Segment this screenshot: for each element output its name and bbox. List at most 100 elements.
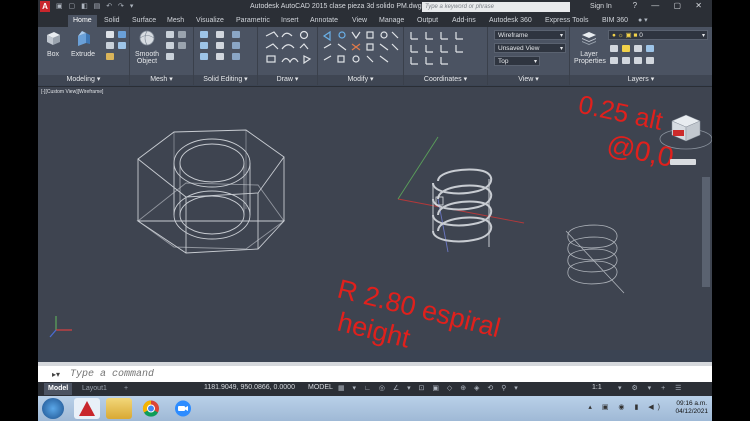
tab-home[interactable]: Home — [68, 15, 97, 27]
tab-add-ins[interactable]: Add-ins — [452, 15, 476, 27]
system-tray-icons[interactable]: ▴ ▣ ◉ ▮ ◀) — [588, 403, 664, 411]
panel-title-modify[interactable]: Modify ▾ — [318, 75, 403, 85]
window-controls[interactable]: ? — ▢ ✕ — [633, 1, 708, 10]
slice-icon[interactable] — [216, 42, 224, 49]
file-explorer-icon[interactable] — [106, 398, 132, 419]
command-input[interactable] — [70, 367, 670, 381]
layer-properties-label-1: Layer — [580, 51, 598, 58]
model-space-button[interactable]: MODEL — [308, 384, 333, 391]
layer-icon-5[interactable] — [610, 57, 618, 64]
modify-tools-icons[interactable] — [322, 30, 400, 66]
layer-icon-7[interactable] — [634, 57, 642, 64]
extract-edges-icon[interactable] — [232, 31, 240, 38]
separate-icon[interactable] — [232, 53, 240, 60]
panel-title-layers[interactable]: Layers ▾ — [570, 75, 712, 85]
tab-autodesk-360[interactable]: Autodesk 360 — [489, 15, 532, 27]
annotation-scale[interactable]: 1:1 — [592, 384, 602, 391]
panel-title-draw[interactable]: Draw ▾ — [258, 75, 317, 85]
layer-properties-button[interactable]: Layer Properties — [574, 29, 606, 65]
panel-title-mesh[interactable]: Mesh ▾ — [130, 75, 193, 85]
smooth-more-icon[interactable] — [166, 31, 174, 38]
zoom-icon[interactable] — [170, 398, 196, 419]
tab-layout1[interactable]: Layout1 — [78, 383, 111, 395]
tab-bim-360[interactable]: BIM 360 — [602, 15, 628, 27]
helix-spring-right[interactable] — [565, 224, 625, 294]
ribbon-minimize-icon[interactable]: ● ▾ — [638, 15, 648, 27]
remove-crease-icon[interactable] — [178, 42, 186, 49]
named-view-dropdown[interactable]: Unsaved View ▾ — [494, 43, 566, 53]
helix-spring-center[interactable] — [432, 168, 493, 247]
smooth-less-icon[interactable] — [166, 42, 174, 49]
layer-icon-6[interactable] — [622, 57, 630, 64]
clock-date: 04/12/2021 — [675, 408, 708, 415]
command-prompt-icon[interactable]: ▸▾ — [52, 370, 60, 379]
tab-insert[interactable]: Insert — [281, 15, 299, 27]
title-bar: A ▣ ▢ ◧ ▤ ↶ ↷ ▾ Autodesk AutoCAD 2015 cl… — [38, 0, 712, 14]
quick-access-toolbar[interactable]: ▣ ▢ ◧ ▤ ↶ ↷ ▾ — [56, 2, 135, 10]
tab-surface[interactable]: Surface — [132, 15, 156, 27]
extrude-icon — [78, 31, 90, 46]
extrude-faces-icon[interactable] — [232, 42, 240, 49]
view-direction-dropdown[interactable]: Top ▾ — [494, 56, 540, 66]
tab-visualize[interactable]: Visualize — [196, 15, 224, 27]
layer-dropdown[interactable]: ● ☼ ▣ ■ 0 ▾ — [608, 30, 708, 40]
interfere-icon[interactable] — [216, 31, 224, 38]
draw-tools-icons[interactable] — [264, 30, 314, 66]
tab-parametric[interactable]: Parametric — [236, 15, 270, 27]
panel-title-solid-editing[interactable]: Solid Editing ▾ — [194, 75, 257, 85]
tab-view[interactable]: View — [352, 15, 367, 27]
presspull-icon[interactable] — [106, 42, 114, 49]
autocad-taskbar-icon[interactable] — [74, 398, 100, 419]
search-input[interactable]: Type a keyword or phrase — [422, 2, 570, 12]
extrude-button[interactable]: Extrude — [68, 29, 98, 58]
smooth-object-icon — [139, 30, 155, 46]
tab-manage[interactable]: Manage — [379, 15, 404, 27]
revolve-icon[interactable] — [118, 31, 126, 38]
tab-annotate[interactable]: Annotate — [310, 15, 338, 27]
intersect-icon[interactable] — [200, 53, 208, 60]
sign-in-button[interactable]: Sign In — [590, 3, 612, 10]
drawing-viewport[interactable]: 0.25 alt @0,0 R 2.80 espiral height [-][… — [38, 86, 712, 351]
tab-solid[interactable]: Solid — [104, 15, 120, 27]
ucs-axes — [397, 136, 525, 253]
clock-time: 09:16 a.m. — [676, 400, 708, 407]
drawing-canvas[interactable]: 0.25 alt @0,0 R 2.80 espiral height — [38, 87, 712, 351]
ucs-tools-icons[interactable] — [408, 30, 484, 66]
add-layout-button[interactable]: + — [120, 383, 132, 395]
autocad-logo-icon[interactable]: A — [40, 1, 50, 12]
panel-title-modeling[interactable]: Modeling ▾ — [38, 75, 129, 85]
panel-title-coordinates[interactable]: Coordinates ▾ — [404, 75, 487, 85]
visual-style-dropdown[interactable]: Wireframe ▾ — [494, 30, 566, 40]
subtract-icon[interactable] — [200, 42, 208, 49]
loft-icon[interactable] — [118, 42, 126, 49]
status-tool-icons[interactable]: ▾ ⚙ ▾ + ☰ — [618, 384, 685, 392]
smooth-object-button[interactable]: Smooth Object — [132, 29, 162, 65]
start-button-icon[interactable] — [42, 398, 64, 419]
box-icon — [47, 32, 60, 45]
panel-title-view[interactable]: View ▾ — [488, 75, 569, 85]
navigation-bar[interactable] — [702, 177, 710, 287]
panel-modify: Modify ▾ — [318, 27, 404, 85]
layer-icon-1[interactable] — [610, 45, 618, 52]
layer-icon-2[interactable] — [622, 45, 630, 52]
tab-mesh[interactable]: Mesh — [167, 15, 184, 27]
clock[interactable]: 09:16 a.m. 04/12/2021 — [675, 400, 708, 416]
drafting-toggles[interactable]: ▦ ▾ ∟ ◎ ∠ ▾ ⊡ ▣ ◇ ⊕ ◈ ⟲ ⚲ ▾ — [338, 384, 521, 392]
box-button[interactable]: Box — [42, 29, 64, 58]
layer-icon-4[interactable] — [646, 45, 654, 52]
thicken-icon[interactable] — [216, 53, 224, 60]
cylinder-icon[interactable] — [106, 31, 114, 38]
add-crease-icon[interactable] — [178, 31, 186, 38]
layer-icon-3[interactable] — [634, 45, 642, 52]
union-icon[interactable] — [200, 31, 208, 38]
layer-icon-8[interactable] — [646, 57, 654, 64]
viewport-controls-label[interactable]: [-][Custom View][Wireframe] — [41, 89, 103, 95]
tab-model-layout[interactable]: Model — [44, 383, 73, 395]
coordinates-readout[interactable]: 1181.9049, 950.0866, 0.0000 — [204, 384, 295, 391]
chrome-icon[interactable] — [138, 398, 164, 419]
tab-output[interactable]: Output — [417, 15, 438, 27]
refine-mesh-icon[interactable] — [166, 53, 174, 60]
hex-nut-model[interactable] — [136, 129, 286, 254]
tab-express-tools[interactable]: Express Tools — [545, 15, 588, 27]
sweep-icon[interactable] — [106, 53, 114, 60]
